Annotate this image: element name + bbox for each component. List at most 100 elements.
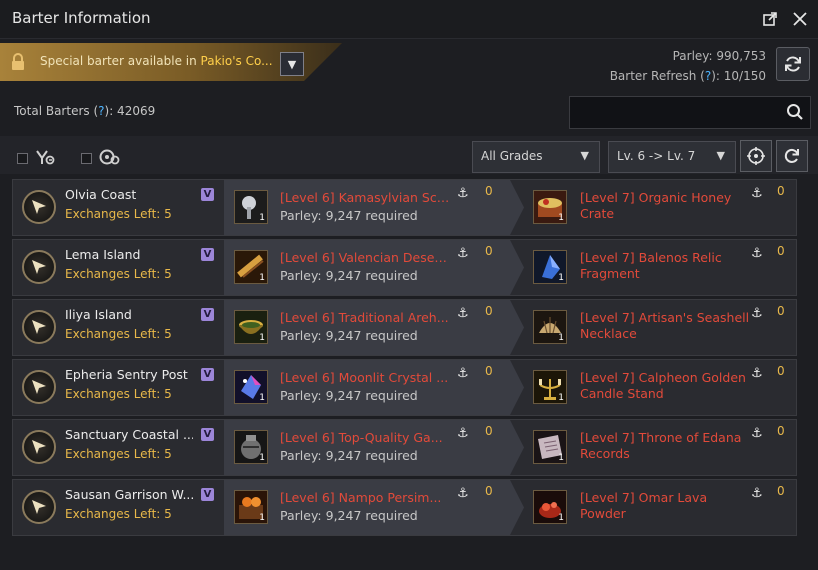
barter-row[interactable]: Sausan Garrison W... Exchanges Left: 5 V… <box>12 479 797 536</box>
barter-location: Iliya Island <box>65 307 132 322</box>
anchor-icon: ⚓ <box>751 246 763 261</box>
give-item-panel[interactable]: 1 [Level 6] Traditional Areh... Parley: … <box>224 300 524 355</box>
bowl-icon[interactable]: 1 <box>234 310 268 344</box>
anchor-icon: ⚓ <box>457 366 469 381</box>
title-bar: Barter Information <box>0 0 818 39</box>
barter-row[interactable]: Lema Island Exchanges Left: 5 V 1 [Level… <box>12 239 797 296</box>
give-item-count: 0 <box>485 244 493 258</box>
barter-location: Olvia Coast <box>65 187 137 202</box>
give-item-name: [Level 6] Top-Quality Ga... <box>280 430 443 445</box>
anchor-icon: ⚓ <box>751 186 763 201</box>
ship-filter-icon <box>34 148 56 166</box>
exchanges-left: Exchanges Left: 5 <box>65 327 172 341</box>
compass-icon[interactable] <box>22 250 56 284</box>
give-item-count: 0 <box>485 484 493 498</box>
crosshair-icon <box>747 147 765 165</box>
seashell-icon[interactable]: 1 <box>533 310 567 344</box>
vendor-badge: V <box>201 188 214 201</box>
total-barters: Total Barters (?): 42069 <box>14 104 155 118</box>
filter-bar: All Grades ▼ Lv. 6 -> Lv. 7 ▼ <box>0 136 818 174</box>
give-item-count: 0 <box>485 184 493 198</box>
barter-row[interactable]: Olvia Coast Exchanges Left: 5 V 1 [Level… <box>12 179 797 236</box>
candle-stand-icon[interactable]: 1 <box>533 370 567 404</box>
get-item-count: 0 <box>777 364 785 378</box>
anchor-icon: ⚓ <box>457 426 469 441</box>
refresh-button[interactable] <box>776 47 810 81</box>
search-input[interactable] <box>569 96 811 129</box>
vendor-badge: V <box>201 488 214 501</box>
give-item-count: 0 <box>485 364 493 378</box>
get-item-count: 0 <box>777 184 785 198</box>
reset-filter-button[interactable] <box>776 140 808 172</box>
filter-checkbox-cargo[interactable] <box>81 153 92 164</box>
give-item-panel[interactable]: 1 [Level 6] Kamasylvian Scu... Parley: 9… <box>224 180 524 235</box>
refresh-prefix: Barter Refresh ( <box>609 69 705 83</box>
barter-row[interactable]: Sanctuary Coastal ... Exchanges Left: 5 … <box>12 419 797 476</box>
get-item-name: [Level 7] Omar Lava Powder <box>580 490 708 521</box>
filter-checkbox-ship[interactable] <box>17 153 28 164</box>
jar-icon[interactable]: 1 <box>234 430 268 464</box>
barter-window: Barter Information Special barter availa… <box>0 0 818 570</box>
give-item-count: 0 <box>485 424 493 438</box>
special-barter-text: Special barter available in Pakio's Co..… <box>40 54 273 68</box>
give-item-parley: Parley: 9,247 required <box>280 508 418 523</box>
desert-scroll-icon[interactable]: 1 <box>234 250 268 284</box>
silver-tree-icon[interactable]: 1 <box>234 190 268 224</box>
lava-powder-icon[interactable]: 1 <box>533 490 567 524</box>
refresh-suffix: ): 10/150 <box>711 69 766 83</box>
level-value: Lv. 6 -> Lv. 7 <box>617 149 696 163</box>
anchor-icon: ⚓ <box>751 486 763 501</box>
special-dropdown-button[interactable]: ▼ <box>280 52 304 76</box>
chevron-down-icon: ▼ <box>580 149 589 162</box>
give-item-name: [Level 6] Moonlit Crystal ... <box>280 370 449 385</box>
give-item-panel[interactable]: 1 [Level 6] Top-Quality Ga... Parley: 9,… <box>224 420 524 475</box>
give-item-qty: 1 <box>259 453 265 463</box>
exchanges-left: Exchanges Left: 5 <box>65 507 172 521</box>
search-icon[interactable] <box>786 103 804 121</box>
give-item-panel[interactable]: 1 [Level 6] Valencian Desert... Parley: … <box>224 240 524 295</box>
get-item-qty: 1 <box>558 453 564 463</box>
special-prefix: Special barter available in <box>40 54 201 68</box>
honey-crate-icon[interactable]: 1 <box>533 190 567 224</box>
get-item-count: 0 <box>777 424 785 438</box>
give-item-qty: 1 <box>259 273 265 283</box>
close-icon[interactable] <box>790 9 810 29</box>
compass-icon[interactable] <box>22 370 56 404</box>
window-title: Barter Information <box>12 9 151 27</box>
grade-select[interactable]: All Grades ▼ <box>472 141 600 173</box>
compass-icon[interactable] <box>22 430 56 464</box>
compass-icon[interactable] <box>22 310 56 344</box>
crystal-icon[interactable]: 1 <box>234 370 268 404</box>
chevron-down-icon: ▼ <box>287 57 297 71</box>
records-book-icon[interactable]: 1 <box>533 430 567 464</box>
exchanges-left: Exchanges Left: 5 <box>65 267 172 281</box>
level-select[interactable]: Lv. 6 -> Lv. 7 ▼ <box>608 141 736 173</box>
chevron-down-icon: ▼ <box>716 149 725 162</box>
get-item-name: [Level 7] Calpheon Golden Candle Stand <box>580 370 746 401</box>
persimmon-chest-icon[interactable]: 1 <box>234 490 268 524</box>
anchor-icon: ⚓ <box>457 246 469 261</box>
give-item-name: [Level 6] Nampo Persim... <box>280 490 442 505</box>
barter-row[interactable]: Iliya Island Exchanges Left: 5 V 1 [Leve… <box>12 299 797 356</box>
parley-label: Parley: 990,753 <box>672 49 766 63</box>
barter-row[interactable]: Epheria Sentry Post Exchanges Left: 5 V … <box>12 359 797 416</box>
grade-value: All Grades <box>481 149 543 163</box>
give-item-panel[interactable]: 1 [Level 6] Moonlit Crystal ... Parley: … <box>224 360 524 415</box>
anchor-icon: ⚓ <box>457 486 469 501</box>
give-item-name: [Level 6] Kamasylvian Scu... <box>280 190 450 205</box>
anchor-icon: ⚓ <box>751 366 763 381</box>
compass-icon[interactable] <box>22 490 56 524</box>
locate-button[interactable] <box>740 140 772 172</box>
refresh-icon <box>785 56 801 72</box>
anchor-icon: ⚓ <box>751 306 763 321</box>
vendor-badge: V <box>201 248 214 261</box>
popout-icon[interactable] <box>760 9 780 29</box>
relic-fragment-icon[interactable]: 1 <box>533 250 567 284</box>
barter-location: Sausan Garrison W... <box>65 487 193 502</box>
exchanges-left: Exchanges Left: 5 <box>65 387 172 401</box>
give-item-name: [Level 6] Traditional Areh... <box>280 310 449 325</box>
special-barter-banner[interactable]: Special barter available in Pakio's Co..… <box>0 43 342 81</box>
compass-icon[interactable] <box>22 190 56 224</box>
give-item-panel[interactable]: 1 [Level 6] Nampo Persim... Parley: 9,24… <box>224 480 524 535</box>
vendor-badge: V <box>201 308 214 321</box>
